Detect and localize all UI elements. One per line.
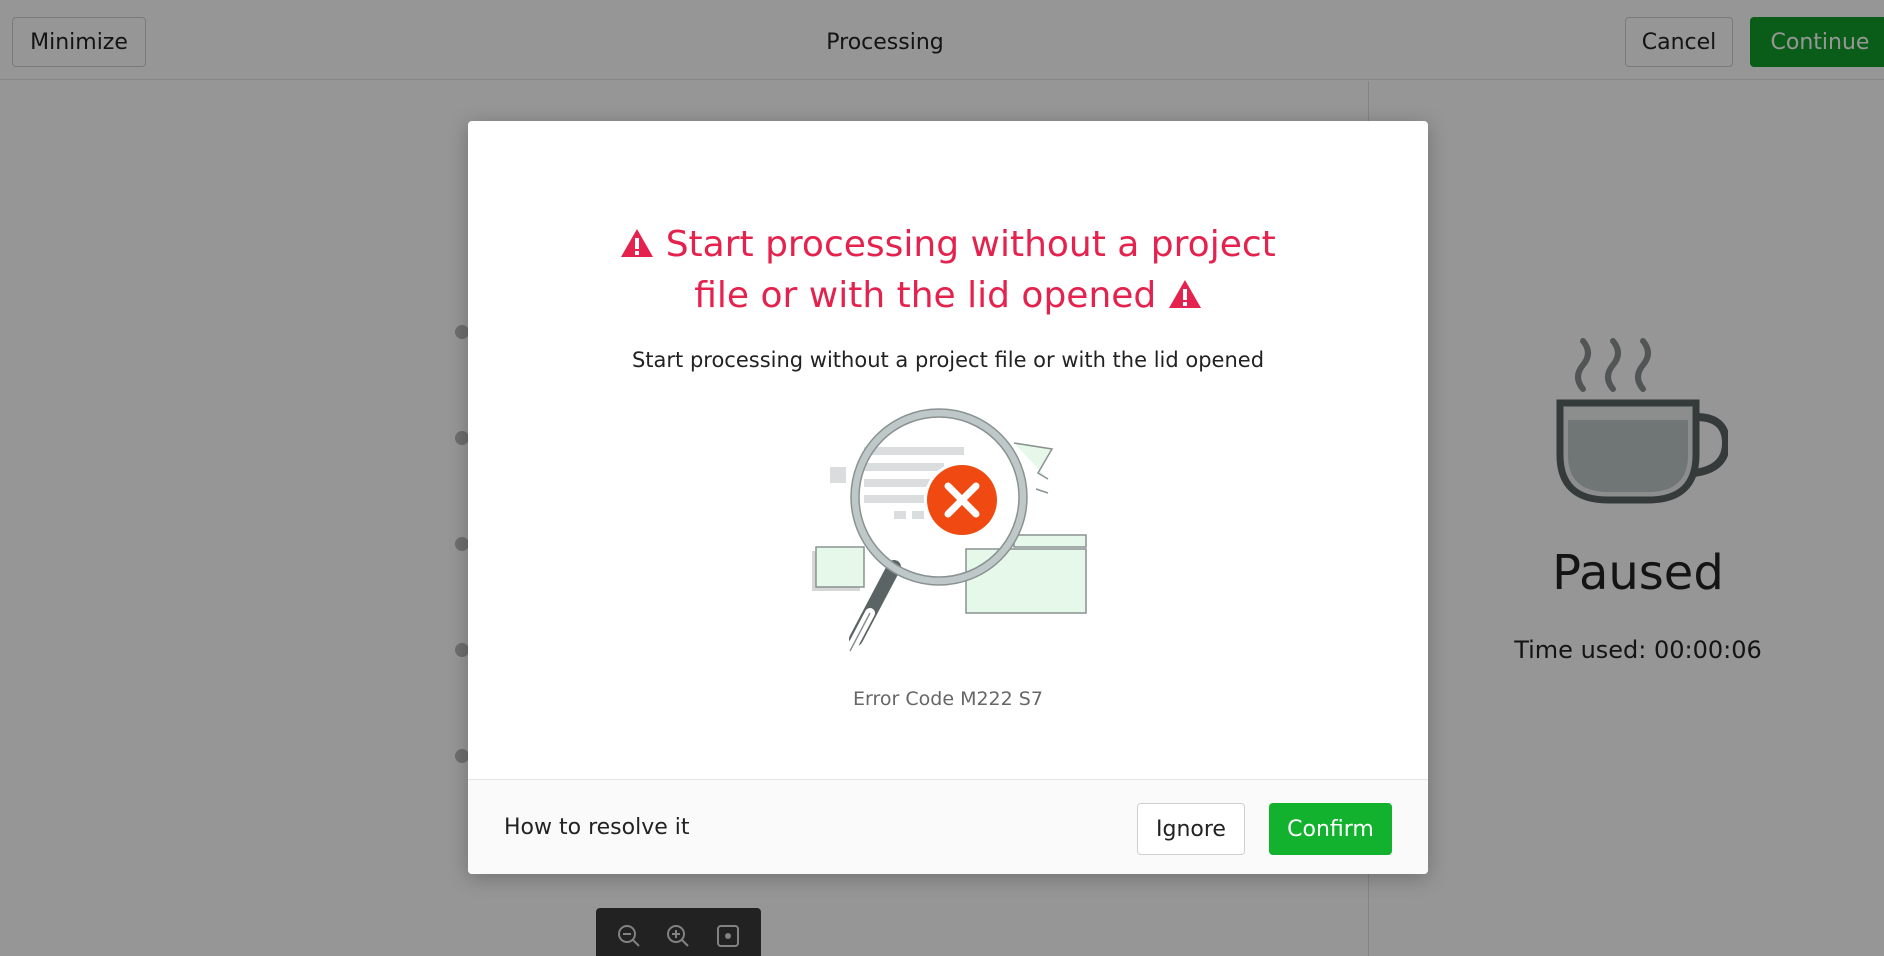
magnifier-error-icon	[812, 408, 1087, 656]
error-dialog: Start processing without a project file …	[468, 121, 1428, 874]
warning-icon	[1168, 280, 1201, 308]
warning-icon	[621, 229, 654, 257]
dialog-footer: How to resolve it Ignore Confirm	[468, 779, 1428, 874]
error-code: Error Code M222 S7	[853, 688, 1043, 710]
dialog-title: Start processing without a project file …	[468, 219, 1428, 321]
how-to-resolve-link[interactable]: How to resolve it	[504, 815, 690, 840]
ignore-button[interactable]: Ignore	[1137, 803, 1245, 855]
dialog-description: Start processing without a project file …	[631, 348, 1265, 372]
confirm-button[interactable]: Confirm	[1269, 803, 1392, 855]
